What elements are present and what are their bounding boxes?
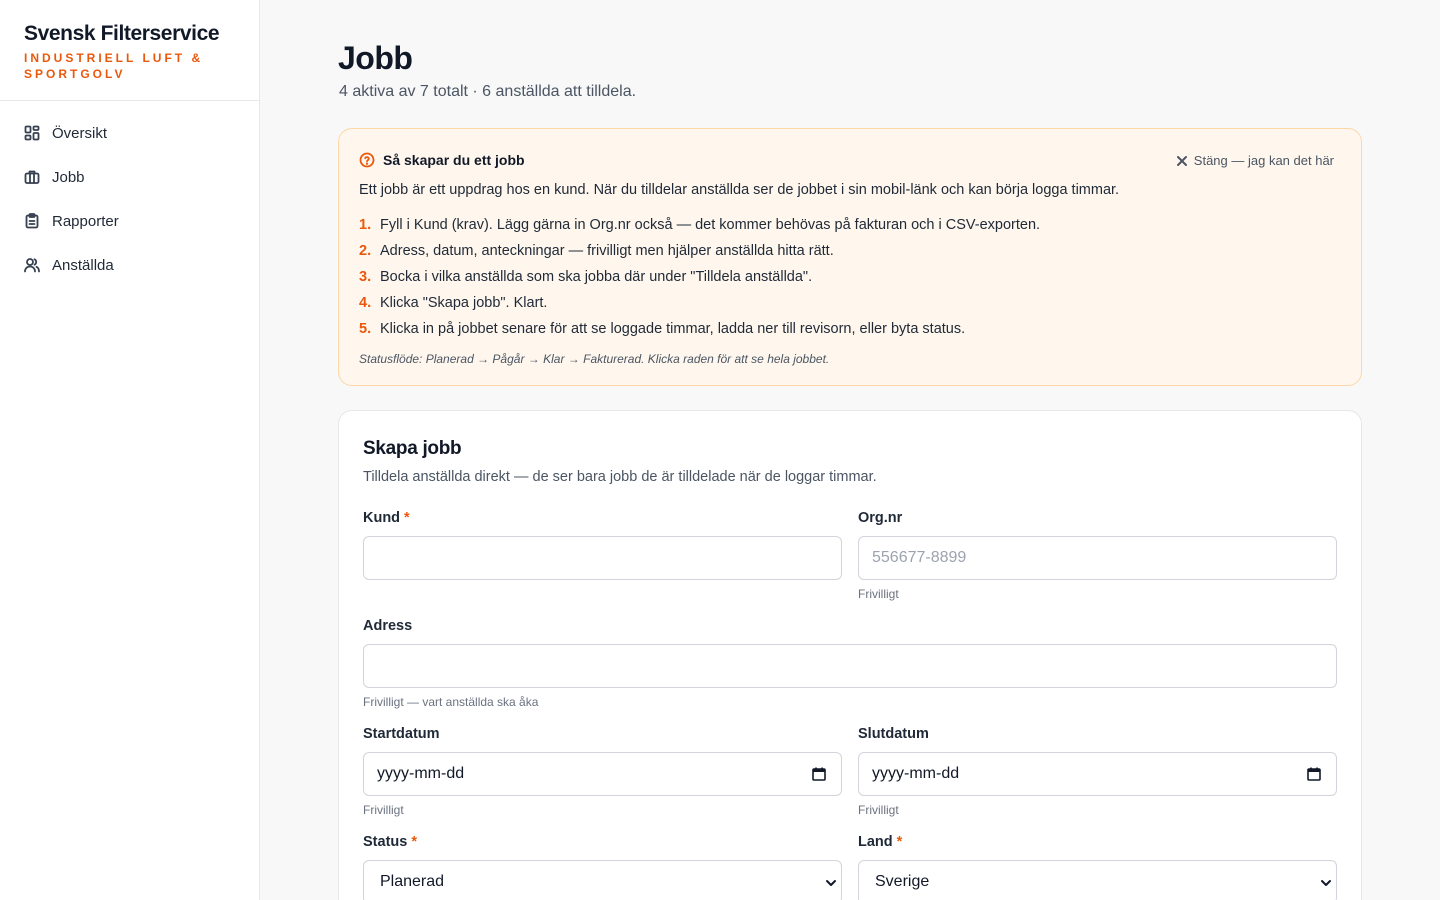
- help-step: 4. Klicka "Skapa jobb". Klart.: [359, 290, 1341, 316]
- land-field: Land * Sverige: [858, 832, 1337, 900]
- status-select[interactable]: Planerad: [363, 860, 842, 900]
- sidebar-item-label: Jobb: [52, 168, 85, 186]
- help-close-button[interactable]: Stäng — jag kan det här: [1176, 153, 1334, 168]
- step-text: Bocka i vilka anställda som ska jobba dä…: [380, 269, 813, 285]
- help-steps: 1. Fyll i Kund (krav). Lägg gärna in Org.…: [359, 212, 1341, 342]
- help-panel: Så skapar du ett jobb Stäng — jag kan de…: [338, 128, 1362, 386]
- step-text: Klicka "Skapa jobb". Klart.: [380, 295, 548, 311]
- orgnr-label: Org.nr: [858, 510, 903, 526]
- slutdatum-hint: Frivilligt: [858, 803, 899, 817]
- sidebar: Svensk Filterservice INDUSTRIELL LUFT & …: [0, 0, 260, 900]
- help-step: 1. Fyll i Kund (krav). Lägg gärna in Org.…: [359, 212, 1341, 238]
- kund-field: Kund *: [363, 508, 842, 580]
- required-mark: *: [896, 834, 903, 850]
- slutdatum-label: Slutdatum: [858, 726, 929, 742]
- step-number: 1.: [359, 217, 372, 233]
- form-subtitle: Tilldela anställda direkt — de ser bara …: [363, 469, 877, 485]
- startdatum-label: Startdatum: [363, 726, 440, 742]
- startdatum-hint: Frivilligt: [363, 803, 404, 817]
- sidebar-nav: Översikt Jobb Rapporter Anställda: [0, 101, 259, 287]
- step-number: 3.: [359, 269, 372, 285]
- brand: Svensk Filterservice INDUSTRIELL LUFT & …: [0, 0, 259, 101]
- sidebar-item-jobb[interactable]: Jobb: [0, 155, 259, 199]
- sidebar-item-rapporter[interactable]: Rapporter: [0, 199, 259, 243]
- help-close-label: Stäng — jag kan det här: [1193, 153, 1334, 168]
- step-text: Adress, datum, anteckningar — frivilligt…: [380, 243, 834, 259]
- sidebar-item-label: Översikt: [52, 124, 108, 142]
- users-icon: [24, 258, 40, 273]
- orgnr-field: Org.nr 556677-8899 Frivilligt: [858, 508, 1337, 601]
- page-subtitle: 4 aktiva av 7 totalt · 6 anställda att t…: [339, 83, 637, 100]
- startdatum-value: yyyy-mm-dd: [377, 765, 465, 782]
- sidebar-item-label: Anställda: [52, 256, 114, 274]
- land-select[interactable]: Sverige: [858, 860, 1337, 900]
- step-number: 4.: [359, 295, 372, 311]
- status-value: Planerad: [380, 873, 445, 890]
- kund-label: Kund *: [363, 508, 842, 528]
- orgnr-placeholder: 556677-8899: [872, 549, 967, 566]
- required-mark: *: [404, 510, 410, 526]
- main-content: Jobb 4 aktiva av 7 totalt · 6 anställda …: [260, 0, 1440, 900]
- land-label: Land *: [858, 832, 1337, 852]
- chevron-down-icon: [826, 880, 836, 886]
- orgnr-hint: Frivilligt: [858, 587, 899, 601]
- kund-label-text: Kund: [363, 510, 401, 526]
- startdatum-input[interactable]: yyyy-mm-dd: [363, 752, 842, 796]
- create-job-form: Skapa jobb Tilldela anställda direkt — d…: [338, 410, 1362, 900]
- adress-hint: Frivilligt — vart anställda ska åka: [363, 695, 539, 709]
- brand-tagline: INDUSTRIELL LUFT & SPORTGOLV: [24, 51, 204, 81]
- status-field: Status * Planerad: [363, 832, 842, 900]
- orgnr-input[interactable]: 556677-8899: [858, 536, 1337, 580]
- help-footer: Statusflöde: Planerad → Pågår → Klar → F…: [359, 352, 830, 366]
- page-title: Jobb: [338, 40, 413, 76]
- step-text: Fyll i Kund (krav). Lägg gärna in Org.nr…: [380, 217, 1041, 233]
- briefcase-icon: [24, 170, 40, 184]
- help-title: Så skapar du ett jobb: [383, 152, 525, 168]
- slutdatum-field: Slutdatum yyyy-mm-dd Frivilligt: [858, 724, 1337, 817]
- required-mark: *: [411, 834, 417, 850]
- help-intro: Ett jobb är ett uppdrag hos en kund. När…: [359, 182, 1120, 198]
- slutdatum-value: yyyy-mm-dd: [872, 765, 960, 782]
- calendar-icon[interactable]: [811, 766, 827, 782]
- startdatum-field: Startdatum yyyy-mm-dd Frivilligt: [363, 724, 842, 817]
- land-value: Sverige: [875, 873, 930, 890]
- sidebar-item-label: Rapporter: [52, 212, 119, 230]
- form-title: Skapa jobb: [363, 438, 462, 459]
- brand-name: Svensk Filterservice: [24, 22, 220, 45]
- help-step: 5. Klicka in på jobbet senare för att se …: [359, 316, 1341, 342]
- status-label-text: Status: [363, 834, 408, 850]
- help-step: 2. Adress, datum, anteckningar — frivilli…: [359, 238, 1341, 264]
- status-label: Status *: [363, 832, 842, 852]
- grid-icon: [24, 125, 40, 141]
- sidebar-item-oversikt[interactable]: Översikt: [0, 111, 259, 155]
- step-number: 2.: [359, 243, 372, 259]
- slutdatum-input[interactable]: yyyy-mm-dd: [858, 752, 1337, 796]
- adress-input[interactable]: [363, 644, 1337, 688]
- help-step: 3. Bocka i vilka anställda som ska jobba …: [359, 264, 1341, 290]
- close-icon: [1176, 155, 1187, 166]
- help-circle-icon: [359, 152, 375, 168]
- clipboard-icon: [25, 213, 39, 229]
- sidebar-item-anstallda[interactable]: Anställda: [0, 243, 259, 287]
- adress-field: Adress Frivilligt — vart anställda ska å…: [363, 616, 1337, 709]
- adress-label: Adress: [363, 618, 413, 634]
- land-label-text: Land: [858, 834, 893, 850]
- calendar-icon[interactable]: [1306, 766, 1322, 782]
- step-text: Klicka in på jobbet senare för att se lo…: [380, 321, 966, 337]
- kund-input[interactable]: [363, 536, 842, 580]
- step-number: 5.: [359, 321, 372, 337]
- chevron-down-icon: [1321, 880, 1331, 886]
